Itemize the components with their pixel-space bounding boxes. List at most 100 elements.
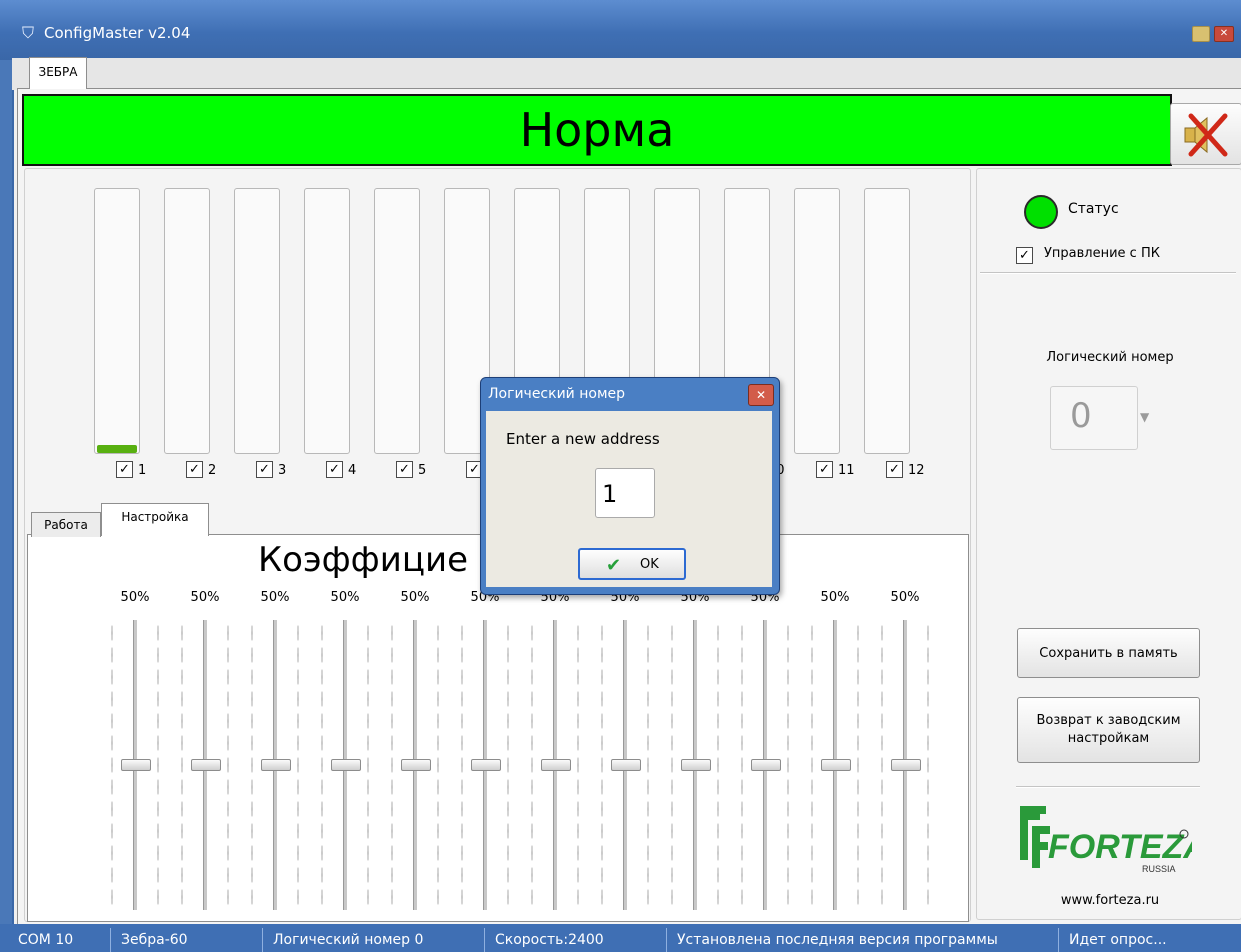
shield-icon: ⛉ — [21, 23, 34, 42]
forteza-logo: FORTEZA RUSSIA — [1012, 802, 1208, 876]
coefficient-slider[interactable] — [455, 620, 515, 910]
tab-settings[interactable]: Настройка — [101, 503, 209, 536]
device-tabstrip — [12, 58, 1241, 90]
level-meter — [374, 188, 420, 454]
slider-ticks — [157, 622, 159, 908]
channel-label: 1 — [138, 463, 147, 478]
tab-work[interactable]: Работа — [31, 512, 101, 537]
divider — [1016, 786, 1200, 788]
level-meter — [794, 188, 840, 454]
coefficient-value: 50% — [890, 590, 920, 605]
slider-ticks — [437, 622, 439, 908]
checkmark-icon: ✓ — [396, 461, 413, 478]
slider-ticks — [647, 622, 649, 908]
coefficient-slider[interactable] — [175, 620, 235, 910]
slider-ticks — [601, 622, 603, 908]
mute-button[interactable] — [1170, 103, 1241, 165]
window-title: ConfigMaster v2.04 — [44, 24, 191, 42]
ok-button[interactable] — [578, 548, 686, 580]
slider-thumb[interactable] — [471, 759, 501, 771]
channel-label: 2 — [208, 463, 217, 478]
level-meter — [94, 188, 140, 454]
level-meter-fill — [97, 445, 137, 453]
slider-thumb[interactable] — [681, 759, 711, 771]
slider-thumb[interactable] — [261, 759, 291, 771]
coefficient-slider[interactable] — [735, 620, 795, 910]
slider-thumb[interactable] — [331, 759, 361, 771]
level-meter — [304, 188, 350, 454]
slider-ticks — [321, 622, 323, 908]
logical-number-select[interactable] — [1050, 386, 1138, 450]
ok-label: OK — [640, 557, 659, 572]
logical-number-label: Логический номер — [1046, 350, 1174, 365]
coefficient-value: 50% — [120, 590, 150, 605]
slider-ticks — [507, 622, 509, 908]
save-button-label: Сохранить в память — [1039, 645, 1178, 661]
logo-text: FORTEZA — [1048, 828, 1192, 866]
dialog-close-button[interactable]: ✕ — [748, 384, 774, 406]
statusbar-logical: Логический номер 0 — [262, 928, 483, 952]
status-label: Статус — [1068, 201, 1119, 217]
slider-ticks — [461, 622, 463, 908]
coefficient-slider[interactable] — [525, 620, 585, 910]
pc-control-label: Управление с ПК — [1044, 246, 1160, 261]
website-link[interactable]: www.forteza.ru — [980, 893, 1240, 908]
slider-thumb[interactable] — [611, 759, 641, 771]
reset-button-line2: настройкам — [1067, 731, 1150, 746]
slider-ticks — [111, 622, 113, 908]
coefficients-title: Коэффицие — [258, 540, 468, 580]
slider-ticks — [787, 622, 789, 908]
status-indicator — [1024, 195, 1058, 229]
coefficient-slider[interactable] — [315, 620, 375, 910]
coefficient-slider[interactable] — [385, 620, 445, 910]
coefficient-value: 50% — [820, 590, 850, 605]
slider-thumb[interactable] — [121, 759, 151, 771]
slider-thumb[interactable] — [401, 759, 431, 771]
slider-ticks — [297, 622, 299, 908]
slider-ticks — [251, 622, 253, 908]
coefficient-slider[interactable] — [105, 620, 165, 910]
coefficient-value: 50% — [400, 590, 430, 605]
coefficient-slider[interactable] — [875, 620, 935, 910]
slider-thumb[interactable] — [191, 759, 221, 771]
coefficient-slider[interactable] — [805, 620, 865, 910]
logo-subtext: RUSSIA — [1142, 864, 1176, 874]
level-meter — [864, 188, 910, 454]
checkmark-icon: ✓ — [1016, 247, 1033, 264]
slider-ticks — [881, 622, 883, 908]
channel-label: 5 — [418, 463, 427, 478]
coefficient-value: 50% — [260, 590, 290, 605]
tab-zebra[interactable]: ЗЕБРА — [29, 57, 87, 89]
factory-reset-button[interactable]: Возврат к заводским настройкам — [1017, 697, 1200, 763]
save-to-memory-button[interactable]: Сохранить в память — [1017, 628, 1200, 678]
statusbar-speed: Скорость:2400 — [484, 928, 665, 952]
address-input[interactable]: 1 — [595, 468, 655, 518]
channel-label: 4 — [348, 463, 357, 478]
slider-ticks — [531, 622, 533, 908]
coefficient-slider[interactable] — [665, 620, 725, 910]
slider-ticks — [227, 622, 229, 908]
slider-ticks — [367, 622, 369, 908]
slider-thumb[interactable] — [821, 759, 851, 771]
dialog-title: Логический номер — [488, 386, 626, 402]
slider-ticks — [717, 622, 719, 908]
slider-ticks — [671, 622, 673, 908]
slider-thumb[interactable] — [541, 759, 571, 771]
close-icon: ✕ — [755, 388, 767, 402]
checkmark-icon: ✓ — [816, 461, 833, 478]
slider-thumb[interactable] — [751, 759, 781, 771]
slider-thumb[interactable] — [891, 759, 921, 771]
slider-ticks — [857, 622, 859, 908]
statusbar-version: Установлена последняя версия программы — [666, 928, 1067, 952]
channel-label: 12 — [908, 463, 925, 478]
coefficient-slider[interactable] — [595, 620, 655, 910]
speaker-muted-icon — [1184, 113, 1228, 157]
coefficient-slider[interactable] — [245, 620, 305, 910]
slider-ticks — [577, 622, 579, 908]
logical-number-value: 0 — [1070, 396, 1092, 436]
minimize-button[interactable] — [1192, 26, 1210, 42]
level-meter — [164, 188, 210, 454]
reset-button-line1: Возврат к заводским — [1036, 713, 1181, 728]
window-close-button[interactable]: ✕ — [1214, 26, 1234, 42]
divider — [980, 272, 1236, 274]
